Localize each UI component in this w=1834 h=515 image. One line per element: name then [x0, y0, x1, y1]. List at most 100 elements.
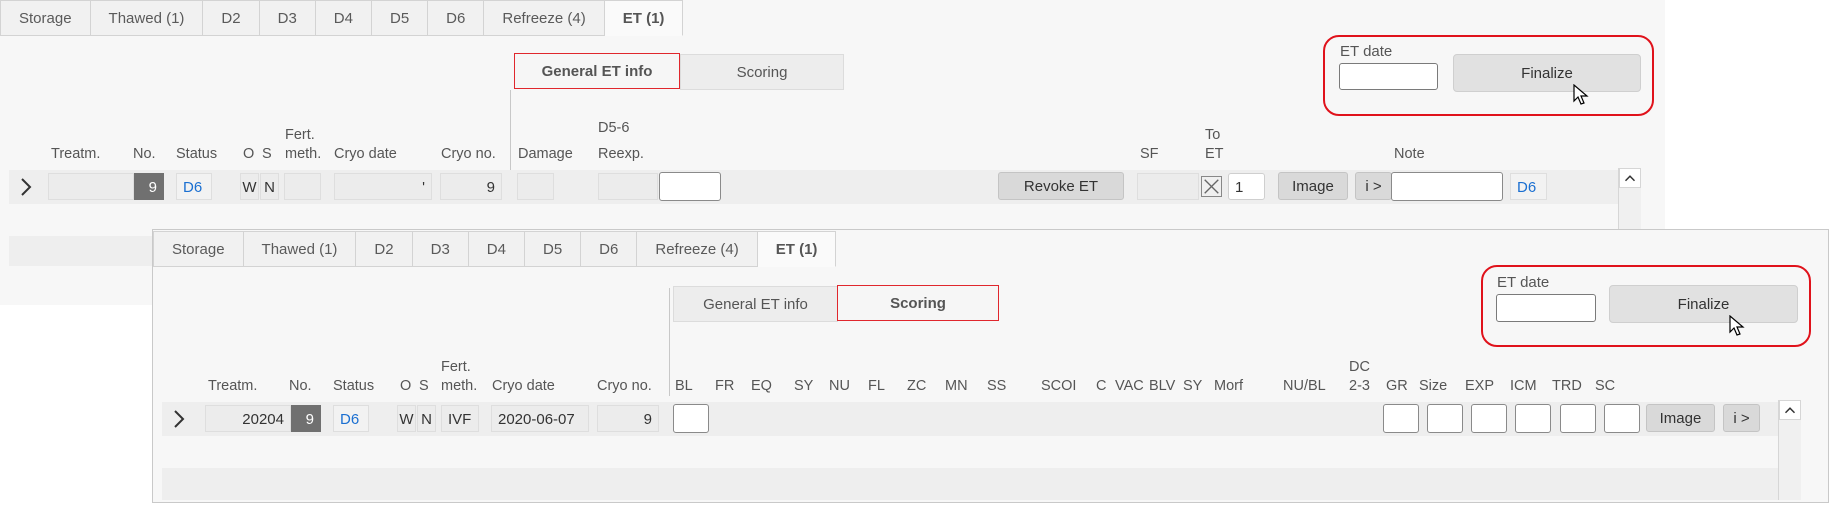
tab-d6[interactable]: D6: [428, 0, 485, 36]
header-treatm: Treatm.: [208, 378, 258, 394]
exp-input[interactable]: [1471, 404, 1507, 433]
header-status: Status: [176, 146, 218, 162]
header-sy: SY: [794, 378, 814, 394]
chevron-right-icon[interactable]: [12, 173, 40, 201]
header-fert-line1: Fert.: [441, 359, 471, 375]
cryo-date-cell: ': [334, 173, 432, 200]
header-size: Size: [1419, 378, 1448, 394]
header-to-et-line2: ET: [1205, 146, 1224, 162]
d56-input[interactable]: [659, 172, 721, 201]
et-date-input[interactable]: [1496, 294, 1596, 322]
header-status: Status: [333, 378, 375, 394]
header-trd: TRD: [1552, 378, 1582, 394]
s-cell: N: [260, 173, 279, 200]
tab-thawed[interactable]: Thawed (1): [243, 231, 357, 267]
tab-d2[interactable]: D2: [203, 0, 260, 36]
et-date-label: ET date: [1497, 274, 1550, 291]
fert-cell: IVF: [441, 405, 479, 432]
header-eq: EQ: [751, 378, 772, 394]
segment-scoring[interactable]: Scoring: [837, 285, 999, 321]
header-fert-line2: meth.: [441, 378, 478, 394]
header-cryo-date: Cryo date: [492, 378, 555, 394]
to-et-value[interactable]: 1: [1228, 173, 1265, 200]
sc-input[interactable]: [1604, 404, 1640, 433]
fert-cell: [284, 173, 321, 200]
et-date-input[interactable]: [1339, 63, 1438, 90]
image-button[interactable]: Image: [1646, 404, 1715, 432]
mouse-cursor-icon: [1729, 315, 1745, 336]
tab-storage[interactable]: Storage: [0, 0, 91, 36]
header-note: Note: [1394, 146, 1425, 162]
header-ss: SS: [987, 378, 1007, 394]
checkbox-x-icon[interactable]: [1201, 176, 1222, 197]
tab-refreeze[interactable]: Refreeze (4): [637, 231, 758, 267]
header-bl: BL: [675, 378, 693, 394]
chevron-up-icon[interactable]: [1619, 168, 1641, 188]
header-d56-line2: Reexp.: [598, 146, 644, 162]
treatm-cell: [48, 173, 134, 200]
header-c: C: [1096, 378, 1107, 394]
tab-storage[interactable]: Storage: [153, 231, 244, 267]
cryo-date-cell: 2020-06-07: [491, 405, 589, 432]
chevron-right-icon[interactable]: [165, 405, 193, 433]
header-o: O: [243, 146, 255, 162]
header-nu-bl: NU/BL: [1283, 378, 1326, 394]
column-divider: [669, 288, 670, 396]
treatm-cell: 20204: [205, 405, 291, 432]
tab-d5[interactable]: D5: [524, 231, 582, 267]
tab-d6[interactable]: D6: [581, 231, 638, 267]
note-input[interactable]: [1391, 172, 1503, 201]
no-cell: 9: [291, 405, 321, 432]
finalize-button[interactable]: Finalize: [1453, 54, 1641, 92]
info-button[interactable]: i >: [1723, 404, 1760, 432]
header-fl: FL: [868, 378, 885, 394]
vertical-scrollbar[interactable]: [1778, 400, 1801, 500]
tab-bar: Storage Thawed (1) D2 D3 D4 D5 D6 Refree…: [153, 231, 837, 268]
trd-input[interactable]: [1560, 404, 1596, 433]
bl-input[interactable]: [673, 404, 709, 433]
tab-d5[interactable]: D5: [371, 0, 429, 36]
tab-d2[interactable]: D2: [356, 231, 413, 267]
header-to-et-line1: To: [1205, 127, 1221, 143]
header-zc: ZC: [907, 378, 927, 394]
status-link[interactable]: D6: [333, 405, 369, 432]
finalize-button[interactable]: Finalize: [1609, 285, 1798, 323]
tab-et[interactable]: ET (1): [604, 0, 684, 36]
header-o: O: [400, 378, 412, 394]
header-sy-2: SY: [1183, 378, 1203, 394]
tail-status-link[interactable]: D6: [1510, 173, 1547, 200]
gr-input[interactable]: [1383, 404, 1419, 433]
header-sf: SF: [1140, 146, 1159, 162]
icm-input[interactable]: [1515, 404, 1551, 433]
tab-bar: Storage Thawed (1) D2 D3 D4 D5 D6 Refree…: [0, 0, 684, 37]
segment-scoring[interactable]: Scoring: [680, 54, 844, 90]
cryo-no-cell: 9: [597, 405, 659, 432]
header-fert-line1: Fert.: [285, 127, 315, 143]
s-cell: N: [417, 405, 436, 432]
revoke-et-button[interactable]: Revoke ET: [998, 172, 1124, 200]
tab-d4[interactable]: D4: [315, 0, 372, 36]
image-button[interactable]: Image: [1278, 172, 1348, 200]
chevron-up-icon[interactable]: [1779, 400, 1801, 420]
header-mn: MN: [945, 378, 968, 394]
o-cell: W: [240, 173, 259, 200]
segment-general-et-info[interactable]: General ET info: [514, 53, 680, 89]
segment-general-et-info[interactable]: General ET info: [673, 286, 838, 322]
et-date-label: ET date: [1340, 43, 1393, 60]
tab-thawed[interactable]: Thawed (1): [90, 0, 204, 36]
header-icm: ICM: [1510, 378, 1537, 394]
tab-refreeze[interactable]: Refreeze (4): [484, 0, 605, 36]
tab-et[interactable]: ET (1): [757, 231, 837, 267]
info-button[interactable]: i >: [1355, 172, 1392, 200]
header-morf: Morf: [1214, 378, 1243, 394]
header-nu: NU: [829, 378, 850, 394]
header-treatm: Treatm.: [51, 146, 101, 162]
status-link[interactable]: D6: [176, 173, 212, 200]
header-s: S: [419, 378, 429, 394]
tab-d4[interactable]: D4: [468, 231, 525, 267]
table-row-empty: [162, 436, 1792, 468]
tab-d3[interactable]: D3: [259, 0, 316, 36]
tab-d3[interactable]: D3: [412, 231, 469, 267]
header-blv: BLV: [1149, 378, 1176, 394]
size-input[interactable]: [1427, 404, 1463, 433]
